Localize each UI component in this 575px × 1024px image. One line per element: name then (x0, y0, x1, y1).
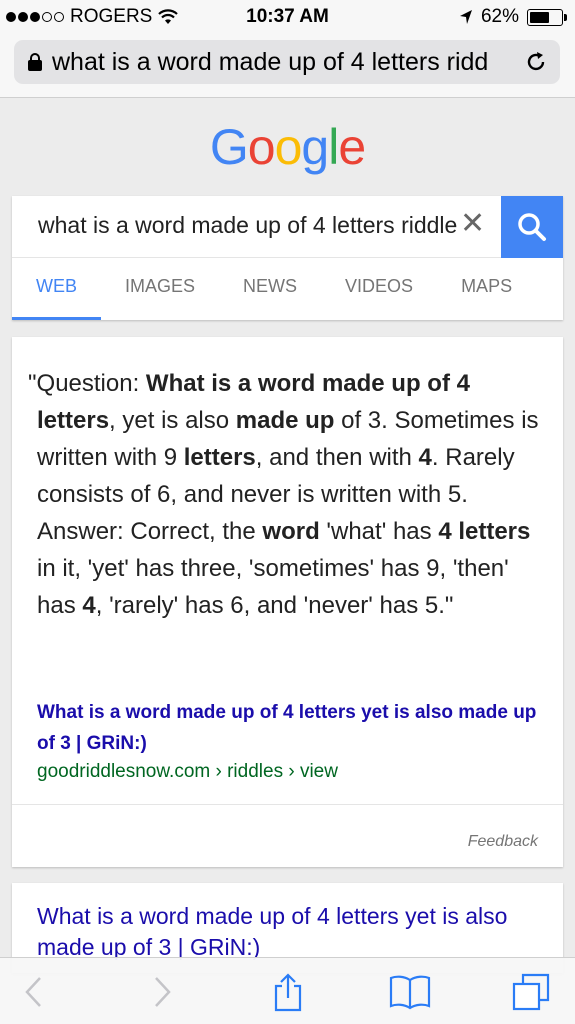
search-tabs: WEB IMAGES NEWS VIDEOS MAPS (12, 258, 563, 320)
battery-level (530, 11, 549, 23)
reload-icon[interactable] (524, 50, 548, 74)
back-button[interactable] (16, 970, 52, 1014)
lock-icon (28, 53, 42, 71)
search-button[interactable] (501, 196, 563, 258)
featured-result-url: goodriddlesnow.com › riddles › view (37, 761, 338, 782)
clear-icon[interactable]: ✕ (460, 206, 485, 241)
forward-button[interactable] (144, 970, 180, 1014)
snippet-segment: made up (235, 407, 335, 434)
search-card: what is a word made up of 4 letters ridd… (12, 196, 563, 320)
tab-videos[interactable]: VIDEOS (321, 258, 437, 320)
logo-letter: o (247, 119, 276, 175)
tab-web[interactable]: WEB (12, 258, 102, 320)
address-bar[interactable]: what is a word made up of 4 letters ridd (14, 40, 560, 84)
location-icon (459, 10, 472, 24)
browser-address-area: what is a word made up of 4 letters ridd (0, 34, 575, 98)
bookmarks-icon (389, 975, 431, 1010)
address-text[interactable]: what is a word made up of 4 letters ridd (52, 48, 516, 77)
divider (12, 804, 563, 805)
snippet-segment: , and then with (255, 444, 419, 471)
logo-letter: e (338, 119, 366, 175)
snippet-segment: "Question: (28, 370, 146, 397)
result-link[interactable]: What is a word made up of 4 letters yet … (37, 901, 517, 963)
logo-letter: o (274, 119, 303, 175)
bookmarks-button[interactable] (388, 970, 432, 1014)
snippet-segment: , yet is also (109, 407, 236, 434)
google-logo: Google (0, 118, 575, 176)
tab-news[interactable]: NEWS (219, 258, 321, 320)
snippet-segment: letters (183, 444, 256, 471)
browser-toolbar (0, 957, 575, 1024)
tabs-button[interactable] (510, 970, 552, 1014)
battery-icon (527, 8, 567, 26)
tab-maps[interactable]: MAPS (437, 258, 536, 320)
tab-images[interactable]: IMAGES (101, 258, 219, 320)
featured-result-link[interactable]: What is a word made up of 4 letters yet … (37, 697, 537, 759)
snippet-segment: word (262, 518, 320, 545)
snippet-segment: 4 (418, 444, 432, 471)
forward-icon (155, 977, 171, 1007)
search-icon (518, 213, 546, 241)
status-bar: ROGERS 10:37 AM 62% (0, 0, 575, 34)
snippet-segment: 'what' has (319, 518, 439, 545)
featured-snippet-card: "Question: What is a word made up of 4 l… (12, 337, 563, 867)
status-right: 62% (459, 6, 567, 28)
logo-letter: l (328, 119, 339, 175)
search-input[interactable]: what is a word made up of 4 letters ridd… (38, 212, 463, 239)
snippet-segment: 4 letters (438, 518, 531, 545)
snippet-segment: 4 (82, 592, 96, 619)
logo-letter: g (301, 119, 329, 175)
featured-snippet-text: "Question: What is a word made up of 4 l… (28, 365, 543, 624)
battery-percent: 62% (480, 6, 519, 27)
tabs-icon (512, 973, 550, 1011)
feedback-link[interactable]: Feedback (468, 833, 538, 851)
back-icon (25, 977, 41, 1007)
search-row: what is a word made up of 4 letters ridd… (12, 196, 563, 258)
logo-letter: G (209, 119, 249, 175)
snippet-segment: , 'rarely' has 6, and 'never' has 5." (95, 592, 454, 619)
share-icon (274, 973, 302, 1012)
share-button[interactable] (268, 970, 308, 1014)
